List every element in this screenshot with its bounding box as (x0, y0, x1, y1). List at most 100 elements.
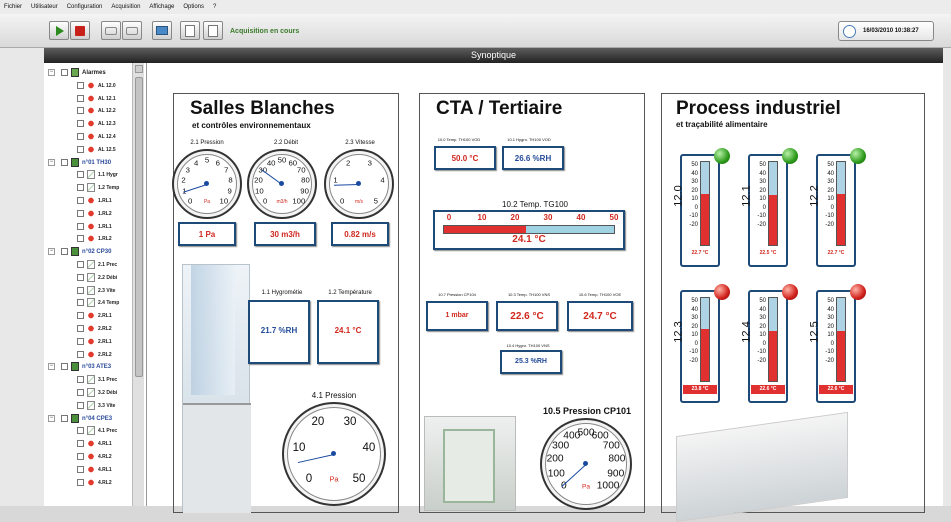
network-settings-icon[interactable] (122, 21, 142, 40)
checkbox[interactable] (77, 120, 84, 128)
bar-ticks: 0 10 20 30 40 50 (435, 213, 623, 224)
tree-item[interactable]: AL 12.3 (44, 118, 144, 130)
tree-item[interactable]: 1.2 Temp (44, 182, 144, 194)
checkbox[interactable] (77, 350, 84, 358)
checkbox[interactable] (61, 414, 68, 422)
checkbox[interactable] (77, 261, 84, 268)
status-led-green-icon (714, 148, 730, 164)
menu-item[interactable]: Configuration (67, 4, 103, 10)
checkbox[interactable] (77, 171, 84, 179)
menu-item[interactable]: Utilisateur (31, 4, 58, 10)
tree-item[interactable]: 2.RL2 (44, 323, 144, 335)
checkbox[interactable] (77, 401, 84, 409)
collapse-icon[interactable]: − (48, 248, 55, 256)
tree-item[interactable]: 3.3 Vite (44, 400, 144, 412)
thermometer-tube (836, 161, 846, 246)
collapse-icon[interactable]: − (48, 414, 55, 422)
datetime-display[interactable]: 16/03/2010 10:38:27 (838, 21, 934, 41)
stop-icon[interactable] (70, 21, 90, 40)
checkbox[interactable] (77, 299, 84, 307)
checkbox[interactable] (77, 145, 84, 153)
tree-item[interactable]: 4.RL1 (44, 438, 144, 450)
scale-tick: 40 (827, 306, 834, 313)
tree-item[interactable]: 2.4 Temp (44, 297, 144, 309)
tree-item[interactable]: 2.RL2 (44, 349, 144, 361)
tree-item[interactable]: 1.1 Hygr (44, 169, 144, 181)
gauge-tick: 100 (292, 196, 306, 206)
checkbox[interactable] (77, 209, 84, 217)
tree-item[interactable]: AL 12.5 (44, 144, 144, 156)
report-icon[interactable] (180, 21, 200, 40)
checkbox[interactable] (77, 453, 84, 460)
tree-item[interactable]: 4.RL2 (44, 451, 144, 463)
tree-item[interactable]: 1.RL1 (44, 221, 144, 233)
tree-item[interactable]: 2.1 Prec (44, 259, 144, 271)
export-icon[interactable] (203, 21, 223, 40)
play-icon[interactable] (49, 21, 69, 40)
checkbox[interactable] (77, 337, 84, 345)
checkbox[interactable] (77, 325, 84, 332)
checkbox[interactable] (61, 69, 68, 76)
tree-item[interactable]: AL 12.0 (44, 80, 144, 92)
tree-item[interactable]: 1.RL2 (44, 233, 144, 245)
checkbox[interactable] (77, 222, 84, 230)
checkbox[interactable] (77, 235, 84, 243)
checkbox[interactable] (77, 465, 84, 473)
tree-item[interactable]: 3.1 Prec (44, 374, 144, 386)
checkbox[interactable] (77, 133, 84, 140)
network-icon[interactable] (101, 21, 121, 40)
tree-item[interactable]: AL 12.1 (44, 93, 144, 105)
gauge-tick: 9 (227, 186, 232, 196)
scale-tick: 0 (694, 340, 698, 347)
checkbox[interactable] (77, 81, 84, 89)
checkbox[interactable] (77, 312, 84, 320)
tree-item[interactable]: 4.1 Prec (44, 425, 144, 437)
collapse-icon[interactable]: − (48, 69, 55, 76)
checkbox[interactable] (77, 107, 84, 115)
tree-item[interactable]: AL 12.4 (44, 131, 144, 143)
tree-item[interactable]: 4.RL1 (44, 464, 144, 476)
checkbox[interactable] (77, 273, 84, 281)
scroll-up-icon[interactable] (134, 65, 143, 73)
tree-group[interactable]: − n°03 ATE3 (44, 361, 144, 373)
thermometer: 12.3 50 40 30 20 10 0 -10 -20 23.8 °C (673, 290, 720, 403)
tree-item[interactable]: 2.2 Débi (44, 272, 144, 284)
checkbox[interactable] (61, 248, 68, 256)
menu-item[interactable]: Acquisition (111, 4, 140, 10)
tree-item[interactable]: 2.RL1 (44, 336, 144, 348)
menu-item[interactable]: Fichier (4, 4, 22, 10)
menu-item[interactable]: ? (213, 4, 216, 10)
scale-tick: 50 (827, 298, 834, 304)
tree-group[interactable]: − n°01 TH30 (44, 157, 144, 169)
checkbox[interactable] (61, 363, 68, 371)
tree-item-label: 2.1 Prec (98, 262, 118, 268)
tree-item[interactable]: 1.RL2 (44, 208, 144, 220)
checkbox[interactable] (77, 440, 84, 448)
collapse-icon[interactable]: − (48, 363, 55, 371)
monitor-icon[interactable] (152, 21, 172, 40)
device-icon (71, 157, 79, 167)
tree-item[interactable]: 2.3 Vite (44, 285, 144, 297)
tree-group[interactable]: − n°02 CP30 (44, 246, 144, 258)
scroll-thumb[interactable] (134, 77, 143, 377)
checkbox[interactable] (77, 376, 84, 384)
checkbox[interactable] (77, 478, 84, 486)
tree-scrollbar[interactable] (132, 63, 144, 506)
checkbox[interactable] (77, 286, 84, 294)
menu-item[interactable]: Options (183, 4, 204, 10)
checkbox[interactable] (77, 184, 84, 192)
tree-group[interactable]: − n°04 CPE3 (44, 413, 144, 425)
tree-item[interactable]: AL 12.2 (44, 105, 144, 117)
checkbox[interactable] (61, 158, 68, 166)
checkbox[interactable] (77, 94, 84, 102)
tree-item[interactable]: 2.RL1 (44, 310, 144, 322)
checkbox[interactable] (77, 389, 84, 396)
collapse-icon[interactable]: − (48, 158, 55, 166)
tree-item[interactable]: 1.RL1 (44, 195, 144, 207)
menu-item[interactable]: Affichage (149, 4, 174, 10)
tree-item[interactable]: 4.RL2 (44, 477, 144, 489)
tree-group[interactable]: − Alarmes (44, 67, 144, 79)
checkbox[interactable] (77, 197, 84, 204)
tree-item[interactable]: 3.2 Débi (44, 387, 144, 399)
checkbox[interactable] (77, 427, 84, 435)
